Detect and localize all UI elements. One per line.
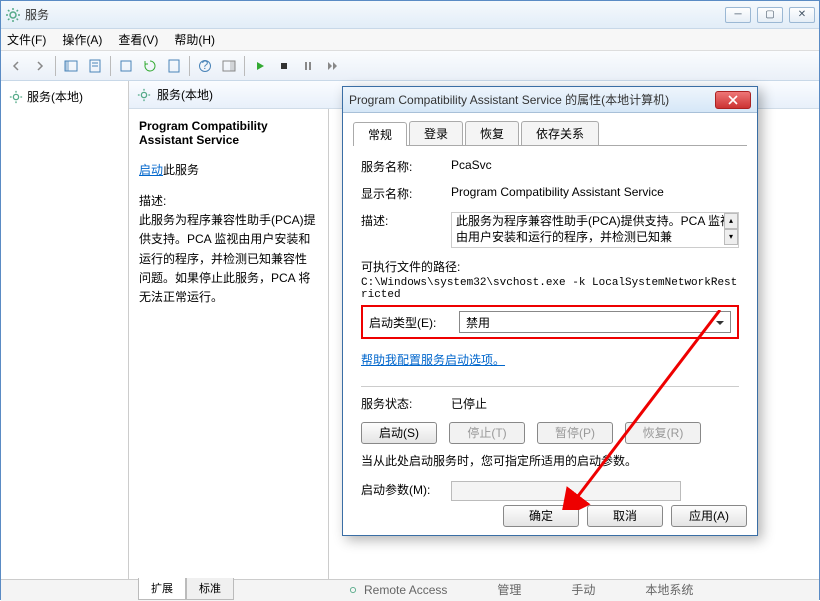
pause-button[interactable]: 暂停(P) [537,422,613,444]
show-hide-tree-button[interactable] [60,55,82,77]
desc-scroll-up[interactable]: ▴ [724,213,738,229]
menu-help[interactable]: 帮助(H) [174,31,215,48]
titlebar[interactable]: 服务 ─ ▢ ✕ [1,1,819,29]
tab-dependencies[interactable]: 依存关系 [521,121,599,145]
startup-type-dropdown[interactable]: 禁用 [459,311,731,333]
detail-panel: Program Compatibility Assistant Service … [129,109,329,579]
label-status: 服务状态: [361,395,451,412]
gear-icon [9,90,23,104]
dialog-body: 常规 登录 恢复 依存关系 服务名称: PcaSvc 显示名称: Program… [343,113,757,523]
description-box[interactable]: 此服务为程序兼容性助手(PCA)提供支持。PCA 监视由用户安装和运行的程序，并… [451,212,739,248]
tab-extended[interactable]: 扩展 [138,578,186,600]
resume-button[interactable]: 恢复(R) [625,422,701,444]
label-start-params: 启动参数(M): [361,481,451,498]
tree-item-label: 服务(本地) [27,88,83,105]
service-title: Program Compatibility Assistant Service [139,119,318,147]
desc-scroll-down[interactable]: ▾ [724,229,738,245]
start-service-button[interactable] [249,55,271,77]
start-button[interactable]: 启动(S) [361,422,437,444]
tree-item-services-local[interactable]: 服务(本地) [5,85,124,108]
label-display-name: 显示名称: [361,185,451,202]
properties-button-2[interactable] [163,55,185,77]
cancel-button[interactable]: 取消 [587,505,663,527]
refresh-button[interactable] [139,55,161,77]
close-button[interactable]: ✕ [789,7,815,23]
tab-recovery[interactable]: 恢复 [465,121,519,145]
forward-button[interactable] [29,55,51,77]
close-icon [727,95,739,105]
stop-button[interactable]: 停止(T) [449,422,525,444]
desc-text: 此服务为程序兼容性助手(PCA)提供支持。PCA 监视由用户安装和运行的程序，并… [139,213,316,304]
menubar: 文件(F) 操作(A) 查看(V) 帮助(H) [1,29,819,51]
tree-pane: 服务(本地) [1,81,129,579]
dialog-footer: 确定 取消 应用(A) [503,505,747,527]
startup-type-value: 禁用 [466,314,490,331]
gear-icon [137,88,151,102]
dialog-close-button[interactable] [715,91,751,109]
right-header-title: 服务(本地) [157,86,213,103]
properties-dialog: Program Compatibility Assistant Service … [342,86,758,536]
value-display-name: Program Compatibility Assistant Service [451,185,739,199]
back-button[interactable] [5,55,27,77]
gear-icon [5,7,21,23]
label-exe-path: 可执行文件的路径: [361,260,460,274]
toolbar: ? [1,51,819,81]
startup-type-highlight: 启动类型(E): 禁用 [361,305,739,339]
label-description: 描述: [361,212,451,229]
menu-file[interactable]: 文件(F) [7,31,46,48]
start-params-input[interactable] [451,481,681,501]
ok-button[interactable]: 确定 [503,505,579,527]
list-peek-row: Remote Access 管理 手动 本地系统 [346,581,693,598]
svg-text:?: ? [202,59,209,72]
help-button[interactable]: ? [194,55,216,77]
start-suffix: 此服务 [163,163,199,177]
dialog-titlebar[interactable]: Program Compatibility Assistant Service … [343,87,757,113]
action-pane-button[interactable] [218,55,240,77]
dialog-tabs: 常规 登录 恢复 依存关系 [353,121,747,146]
restart-service-button[interactable] [321,55,343,77]
tab-general[interactable]: 常规 [353,122,407,146]
stop-service-button[interactable] [273,55,295,77]
label-service-name: 服务名称: [361,158,451,175]
tab-logon[interactable]: 登录 [409,121,463,145]
start-hint: 当从此处启动服务时，您可指定所适用的启动参数。 [361,452,739,469]
properties-button[interactable] [84,55,106,77]
export-button[interactable] [115,55,137,77]
desc-label: 描述: [139,194,166,208]
pause-service-button[interactable] [297,55,319,77]
menu-action[interactable]: 操作(A) [62,31,102,48]
dialog-title: Program Compatibility Assistant Service … [349,91,715,108]
window-title: 服务 [25,6,725,23]
apply-button[interactable]: 应用(A) [671,505,747,527]
value-exe-path: C:\Windows\system32\svchost.exe -k Local… [361,277,739,301]
value-status: 已停止 [451,395,487,412]
label-startup-type: 启动类型(E): [369,314,459,331]
start-link[interactable]: 启动 [139,163,163,177]
maximize-button[interactable]: ▢ [757,7,783,23]
minimize-button[interactable]: ─ [725,7,751,23]
help-link[interactable]: 帮助我配置服务启动选项。 [361,351,505,368]
tab-standard[interactable]: 标准 [186,578,234,600]
menu-view[interactable]: 查看(V) [118,31,158,48]
bottom-tabs: 扩展 标准 [128,578,234,600]
gear-icon [346,583,360,597]
tab-content-general: 服务名称: PcaSvc 显示名称: Program Compatibility… [353,146,747,515]
value-service-name: PcaSvc [451,158,739,172]
